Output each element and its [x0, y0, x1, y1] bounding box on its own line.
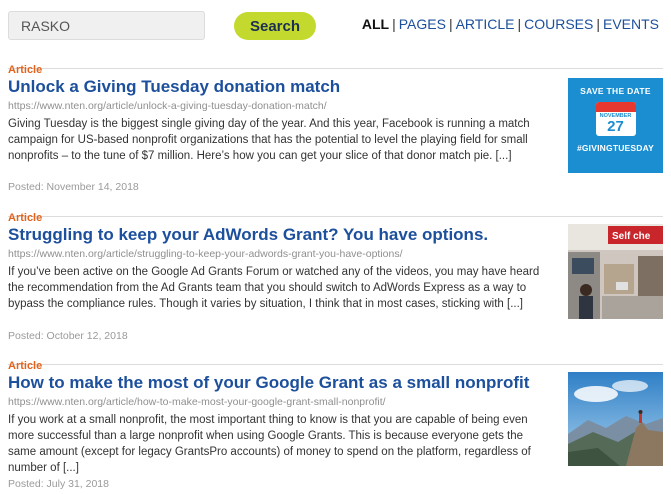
photo-sign-text: Self che	[612, 231, 651, 242]
calendar-icon: NOVEMBER 27	[595, 102, 636, 136]
checkout-photo-thumbnail[interactable]: Self che	[568, 224, 663, 319]
type-filter-nav: ALL | PAGES | ARTICLE | COURSES | EVENTS	[362, 16, 659, 32]
result-type-label: Article	[8, 360, 43, 372]
result-date: Posted: November 14, 2018	[8, 181, 139, 193]
result-type-label: Article	[8, 212, 43, 224]
giving-tuesday-thumbnail[interactable]: SAVE THE DATE NOVEMBER 27 #GIVINGTUESDAY	[568, 78, 663, 173]
result-excerpt: If you’ve been active on the Google Ad G…	[8, 266, 540, 310]
result-excerpt: If you work at a small nonprofit, the mo…	[8, 414, 531, 474]
filter-separator: |	[517, 16, 522, 32]
filter-separator: |	[392, 16, 396, 32]
result-url: https://www.nten.org/article/struggling-…	[8, 248, 403, 260]
result-title-link[interactable]: Struggling to keep your AdWords Grant? Y…	[8, 225, 488, 245]
result-date: Posted: July 31, 2018	[8, 478, 109, 490]
filter-separator: |	[448, 16, 453, 32]
self-checkout-photo: Self che	[568, 224, 663, 319]
result-divider	[8, 364, 663, 365]
search-result: Article Struggling to keep your AdWords …	[8, 212, 663, 346]
filter-separator: |	[596, 16, 600, 32]
filter-all[interactable]: ALL	[362, 16, 389, 32]
result-divider	[8, 216, 663, 217]
filter-pages[interactable]: PAGES	[399, 16, 446, 32]
result-divider	[8, 68, 663, 69]
search-result: Article Unlock a Giving Tuesday donation…	[8, 64, 663, 198]
result-type-label: Article	[8, 64, 43, 76]
result-title-link[interactable]: How to make the most of your Google Gran…	[8, 373, 529, 393]
filter-events[interactable]: EVENTS	[603, 16, 659, 32]
mountain-climber-photo	[568, 372, 663, 466]
calendar-header	[595, 102, 636, 112]
result-title-link[interactable]: Unlock a Giving Tuesday donation match	[8, 77, 340, 97]
mountain-photo-thumbnail[interactable]	[568, 372, 663, 466]
result-date: Posted: October 12, 2018	[8, 330, 128, 342]
result-url: https://www.nten.org/article/unlock-a-gi…	[8, 100, 327, 112]
calendar-day: 27	[607, 118, 624, 135]
search-button[interactable]: Search	[234, 12, 316, 40]
thumb-save-the-date: SAVE THE DATE	[580, 86, 651, 96]
search-input[interactable]	[8, 11, 205, 40]
result-url: https://www.nten.org/article/how-to-make…	[8, 396, 386, 408]
thumb-hashtag: #GIVINGTUESDAY	[576, 143, 655, 153]
filter-article[interactable]: ARTICLE	[456, 16, 515, 32]
result-excerpt: Giving Tuesday is the biggest single giv…	[8, 118, 530, 162]
search-result: Article How to make the most of your Goo…	[8, 360, 663, 494]
filter-courses[interactable]: COURSES	[524, 16, 593, 32]
